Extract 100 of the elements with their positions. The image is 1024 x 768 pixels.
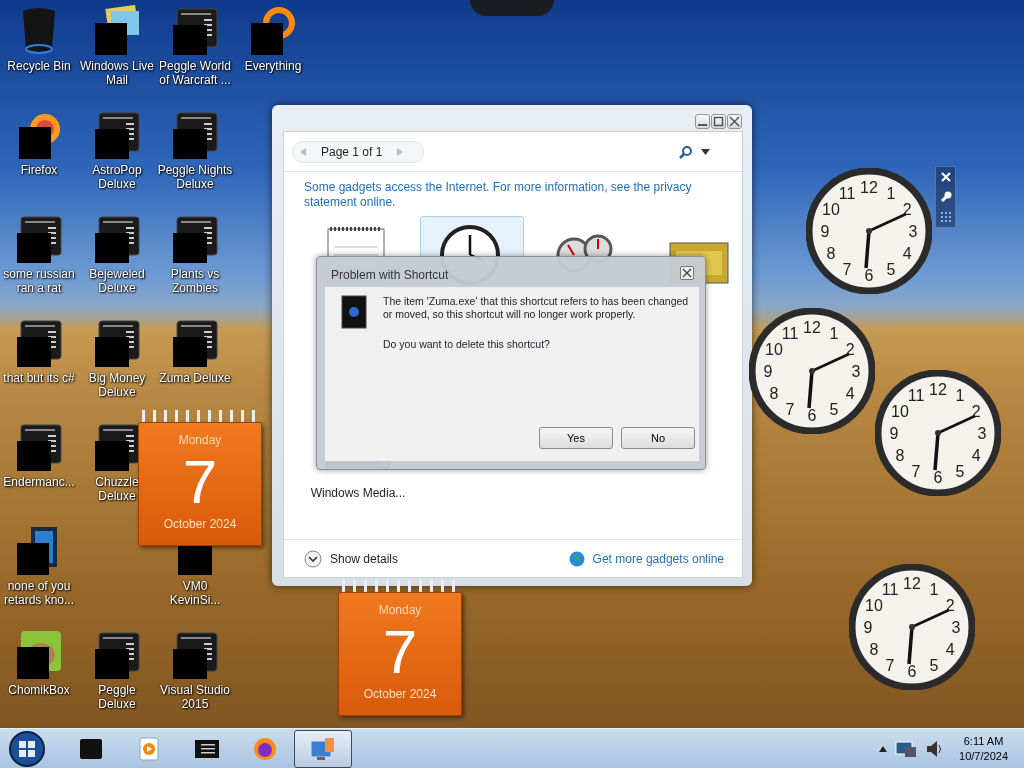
clock-numeral: 4 — [971, 447, 981, 464]
calendar-day: Monday — [178, 431, 222, 449]
icon-label[interactable]: Plants vs Zombies — [170, 267, 220, 295]
clock-numeral: 5 — [829, 401, 839, 419]
app-icon — [15, 213, 63, 263]
icon-label[interactable]: Bejeweled Deluxe — [88, 267, 146, 295]
dialog-button[interactable]: Yes — [539, 427, 613, 449]
clock-numeral: 3 — [851, 363, 861, 380]
icon-label[interactable]: some russian ran a rat — [2, 267, 76, 295]
clock-numeral: 3 — [908, 223, 918, 240]
privacy-link[interactable]: Some gadgets access the Internet. For more information, see the privacy statement online. — [284, 172, 742, 210]
speaker-icon[interactable] — [925, 738, 944, 759]
clock-numeral: 11 — [881, 580, 899, 598]
clock-numeral: 5 — [886, 261, 896, 279]
taskbar-button[interactable] — [294, 729, 352, 768]
app-icon — [93, 109, 141, 159]
app-icon — [171, 213, 219, 263]
search-icon[interactable] — [679, 144, 693, 159]
clock-numeral: 6 — [807, 407, 817, 424]
dialog-question: Do you want to delete this shortcut? — [383, 337, 551, 352]
clock-numeral: 10 — [865, 597, 883, 614]
close-icon — [729, 116, 740, 127]
wrench-icon[interactable] — [939, 191, 952, 203]
show-details-link[interactable]: Show details — [330, 549, 399, 568]
clock-numeral: 8 — [769, 385, 779, 402]
clock-numeral: 12 — [860, 179, 878, 196]
icon-label[interactable]: Windows Live Mail — [79, 59, 155, 87]
clock-numeral: 8 — [869, 641, 879, 658]
minimize-button[interactable] — [695, 114, 710, 129]
close-icon[interactable] — [939, 171, 952, 183]
clock-numeral: 4 — [845, 385, 855, 402]
clock-numeral: 9 — [863, 619, 873, 636]
icon-label[interactable]: Peggle World of Warcraft ... — [158, 59, 232, 87]
clock-numeral: 6 — [933, 469, 943, 486]
clock-numeral: 10 — [822, 201, 840, 218]
dialog-button[interactable]: No — [621, 427, 695, 449]
clock-numeral: 1 — [829, 324, 839, 342]
tray-arrow-icon[interactable] — [879, 745, 888, 752]
clock-numeral: 3 — [977, 425, 987, 442]
calendar-date: 7 — [382, 619, 418, 685]
clock-numeral: 8 — [895, 447, 905, 464]
icon-label[interactable]: Chuzzle Deluxe — [94, 475, 140, 503]
clock-numeral: 4 — [902, 245, 912, 262]
app-icon — [15, 317, 63, 367]
icon-label[interactable]: AstroPop Deluxe — [91, 163, 143, 191]
more-gadgets-link[interactable]: Get more gadgets online — [592, 549, 724, 568]
dialog-message: The item 'Zuma.exe' that this shortcut refers to has been changed or moved, so this shortcut will no longer work properly. — [383, 295, 690, 321]
icon-label[interactable]: ChomikBox — [7, 683, 71, 697]
icon-label[interactable]: Zuma Deluxe — [158, 371, 232, 385]
close-button[interactable] — [727, 114, 742, 129]
icon-label[interactable]: Endermanc... — [2, 475, 76, 489]
chevron-down-icon[interactable] — [304, 549, 322, 568]
clock-numeral: 11 — [781, 324, 799, 342]
icon-label[interactable]: Big Money Deluxe — [88, 371, 146, 399]
gadget-label: Windows Media... — [310, 485, 406, 502]
taskbar-clock[interactable]: 6:11 AM 10/7/2024 — [959, 733, 1008, 764]
clock-numeral: 10 — [891, 403, 909, 420]
icon-label[interactable]: Everything — [244, 59, 302, 73]
icon-label[interactable]: Peggle Nights Deluxe — [157, 163, 233, 191]
clock-numeral: 7 — [911, 463, 921, 481]
clock-numeral: 5 — [929, 657, 939, 675]
maximize-button[interactable] — [711, 114, 726, 129]
clock-numeral: 5 — [955, 463, 965, 481]
clock-numeral: 12 — [903, 575, 921, 592]
app-icon — [93, 629, 141, 679]
icon-label[interactable]: Firefox — [20, 163, 58, 177]
clock-numeral: 4 — [945, 641, 955, 658]
icon-label[interactable]: none of you retards kno... — [3, 579, 75, 607]
calendar-month: October 2024 — [163, 516, 237, 533]
icon-label[interactable]: VM0 KevinSi... — [169, 579, 221, 607]
clock-numeral: 1 — [929, 580, 939, 598]
calendar-day: Monday — [378, 601, 422, 619]
drag-handle-icon[interactable] — [939, 211, 952, 223]
icon-label[interactable]: Visual Studio 2015 — [159, 683, 231, 711]
clock-numeral: 6 — [907, 663, 917, 680]
app-icon — [93, 317, 141, 367]
clock-numeral: 9 — [763, 363, 773, 380]
clock-numeral: 7 — [842, 261, 852, 279]
app-icon — [93, 213, 141, 263]
icon-label[interactable]: that but its c# — [2, 371, 76, 385]
clock-numeral: 6 — [864, 267, 874, 284]
app-icon — [171, 317, 219, 367]
calendar-month: October 2024 — [363, 686, 437, 703]
icon-label[interactable]: Peggle Deluxe — [97, 683, 137, 711]
app-icon — [341, 295, 367, 329]
calendar-date: 7 — [182, 449, 218, 515]
app-icon — [171, 629, 219, 679]
start-button[interactable] — [8, 729, 46, 768]
maximize-icon — [713, 116, 724, 127]
network-icon[interactable] — [895, 738, 918, 759]
globe-icon — [568, 550, 585, 567]
icon-label[interactable]: Recycle Bin — [6, 59, 72, 73]
clock-numeral: 11 — [907, 386, 925, 404]
clock-numeral: 8 — [826, 245, 836, 262]
dropdown-caret-icon[interactable] — [701, 148, 710, 155]
close-button[interactable] — [680, 266, 694, 280]
close-icon — [682, 268, 692, 278]
folder-icon — [93, 5, 141, 55]
dialog-title: Problem with Shortcut — [331, 267, 449, 284]
clock-numeral: 12 — [803, 319, 821, 336]
